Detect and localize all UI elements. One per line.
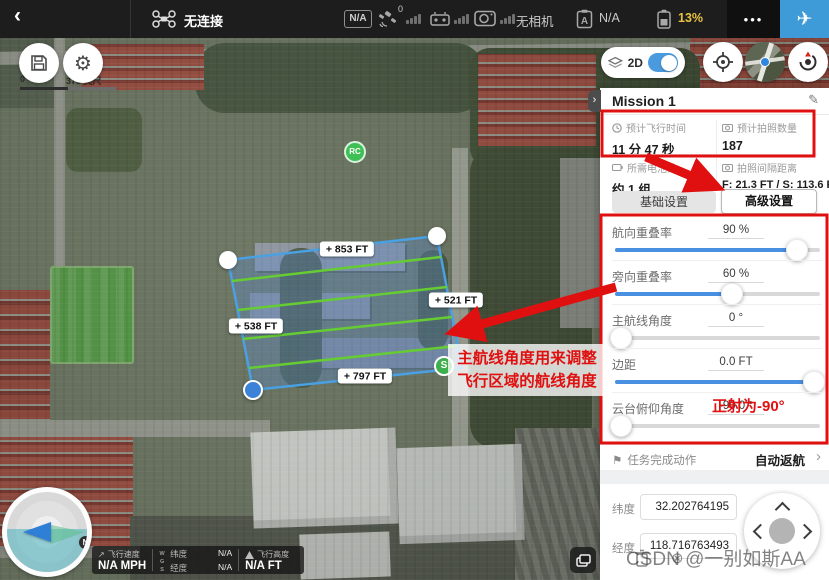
map-layer-button[interactable] (570, 547, 596, 573)
stat-photo-interval: 拍照间隔距离 F: 21.3 FT / S: 113.6 FT (722, 160, 827, 191)
slider-handle[interactable] (721, 283, 743, 305)
mission-panel: Mission 1 ✎ 预计飞行时间 11 分 47 秒 预计拍照数量 187 … (600, 88, 829, 580)
telemetry-speed: ↗飞行速度 N/A MPH (92, 546, 152, 574)
gear-icon: ⚙ (74, 51, 92, 76)
telemetry-altitude: 飞行高度 N/A FT (239, 546, 295, 574)
satellite-icon (378, 10, 396, 27)
app-root: S RC + 853 FT + 521 FT + 538 FT + 797 FT… (0, 0, 829, 580)
compass-icon (796, 50, 820, 74)
altitude-icon (245, 551, 254, 559)
slider-handle[interactable] (803, 371, 825, 393)
flight-mode-badge: N/A (344, 10, 372, 28)
minimap-button[interactable] (745, 42, 785, 82)
slider-handle[interactable] (610, 327, 632, 349)
mission-title: Mission 1 (612, 93, 676, 109)
slider-handle[interactable] (786, 239, 808, 261)
nudge-up-icon[interactable] (775, 502, 791, 518)
speed-icon: ↗ (98, 550, 105, 559)
camera-icon (474, 10, 496, 27)
mission-settings-button[interactable]: ⚙ (63, 43, 103, 83)
edge-length-label: + 797 FT (338, 369, 392, 384)
flag-icon: ⚑ (612, 453, 622, 467)
save-mission-button[interactable] (19, 43, 59, 83)
edge-length-label: + 853 FT (320, 242, 374, 257)
gimbal-pitch-slider[interactable] (615, 424, 820, 428)
watermark: CSDN @一别如斯AA (626, 544, 806, 571)
locate-me-button[interactable] (703, 42, 743, 82)
battery-percent: 13% (678, 11, 703, 25)
gps-count: 0 (398, 4, 403, 14)
compass-reset-button[interactable] (788, 42, 828, 82)
telemetry-position: W G S 纬度N/A 经度N/A (153, 546, 238, 574)
nudge-left-icon[interactable] (753, 524, 769, 540)
edge-length-label: + 538 FT (229, 319, 283, 334)
flight-mode-icon: A (576, 9, 593, 29)
slider-handle[interactable] (610, 415, 632, 437)
tab-advanced-settings[interactable]: 高级设置 (721, 189, 817, 214)
minimap-preview (745, 42, 785, 82)
more-menu-button[interactable]: ••• (727, 0, 780, 38)
polygon-vertex-selected[interactable] (243, 380, 263, 400)
back-button[interactable]: ‹ (14, 4, 21, 28)
save-icon (30, 54, 48, 72)
side-overlap-slider[interactable] (615, 292, 820, 296)
2d-label: 2D (628, 56, 643, 70)
course-overlap-value[interactable]: 90 % (708, 224, 764, 239)
course-overlap-slider[interactable] (615, 248, 820, 252)
connection-status: 无连接 (184, 11, 223, 30)
camera-status: 无相机 (516, 11, 554, 30)
attitude-compass: N (2, 487, 92, 577)
map-scale-bar (20, 87, 116, 90)
drone-icon (152, 10, 176, 28)
remote-controller-icon (430, 11, 450, 26)
rc-signal-bars (454, 14, 469, 24)
route-angle-slider[interactable] (615, 336, 820, 340)
battery-icon (612, 163, 623, 172)
stat-photo-count: 预计拍照数量 187 (722, 120, 827, 153)
tab-basic-settings[interactable]: 基础设置 (612, 191, 716, 213)
margin-slider[interactable] (615, 380, 820, 384)
latitude-field[interactable]: 32.202764195 (640, 494, 737, 520)
svg-text:A: A (581, 16, 588, 27)
more-icon: ••• (744, 12, 764, 27)
aircraft-heading-arrow (23, 522, 51, 542)
polygon-vertex-handle[interactable] (428, 227, 446, 245)
side-overlap-value[interactable]: 60 % (708, 268, 764, 283)
locate-icon (712, 51, 734, 73)
map-2d-toggle[interactable]: 2D (601, 47, 685, 78)
chevron-right-icon: › (816, 448, 821, 465)
plane-icon: ✈ (797, 8, 813, 31)
panel-collapse-handle[interactable]: › (588, 90, 601, 112)
layers-icon (608, 56, 623, 70)
gps-signal-bars (406, 14, 421, 24)
edit-mission-icon[interactable]: ✎ (808, 92, 819, 108)
ortho-note: 正射为-90° (712, 395, 785, 416)
rc-location-marker[interactable]: RC (344, 141, 366, 163)
camera-icon (722, 163, 733, 172)
mode-value: N/A (599, 11, 620, 25)
route-angle-value[interactable]: 0 ° (708, 312, 764, 327)
nudge-right-icon[interactable] (797, 524, 813, 540)
stat-flight-time: 预计飞行时间 11 分 47 秒 (612, 120, 717, 158)
mission-header: Mission 1 ✎ (600, 88, 829, 115)
clock-icon (612, 123, 622, 133)
map-layers-icon (576, 554, 591, 567)
telemetry-bar: ↗飞行速度 N/A MPH W G S 纬度N/A 经度N/A 飞行高度 N/A… (92, 546, 304, 574)
margin-value[interactable]: 0.0 FT (708, 356, 764, 371)
camera-icon (722, 123, 733, 132)
edge-length-label: + 521 FT (429, 293, 483, 308)
camera-signal-bars (500, 14, 515, 24)
device-battery-icon (656, 9, 672, 29)
polygon-vertex-handle[interactable] (219, 251, 237, 269)
top-status-bar: ‹ 无连接 N/A 0 (0, 0, 829, 38)
finish-action-row[interactable]: ⚑任务完成动作 自动返航 › (600, 444, 829, 471)
takeoff-button[interactable]: ✈ (780, 0, 829, 38)
2d-switch[interactable] (648, 53, 678, 72)
dpad-center[interactable] (769, 518, 795, 544)
route-angle-note: 主航线角度用来调整 飞行区域的航线角度 (448, 344, 606, 396)
